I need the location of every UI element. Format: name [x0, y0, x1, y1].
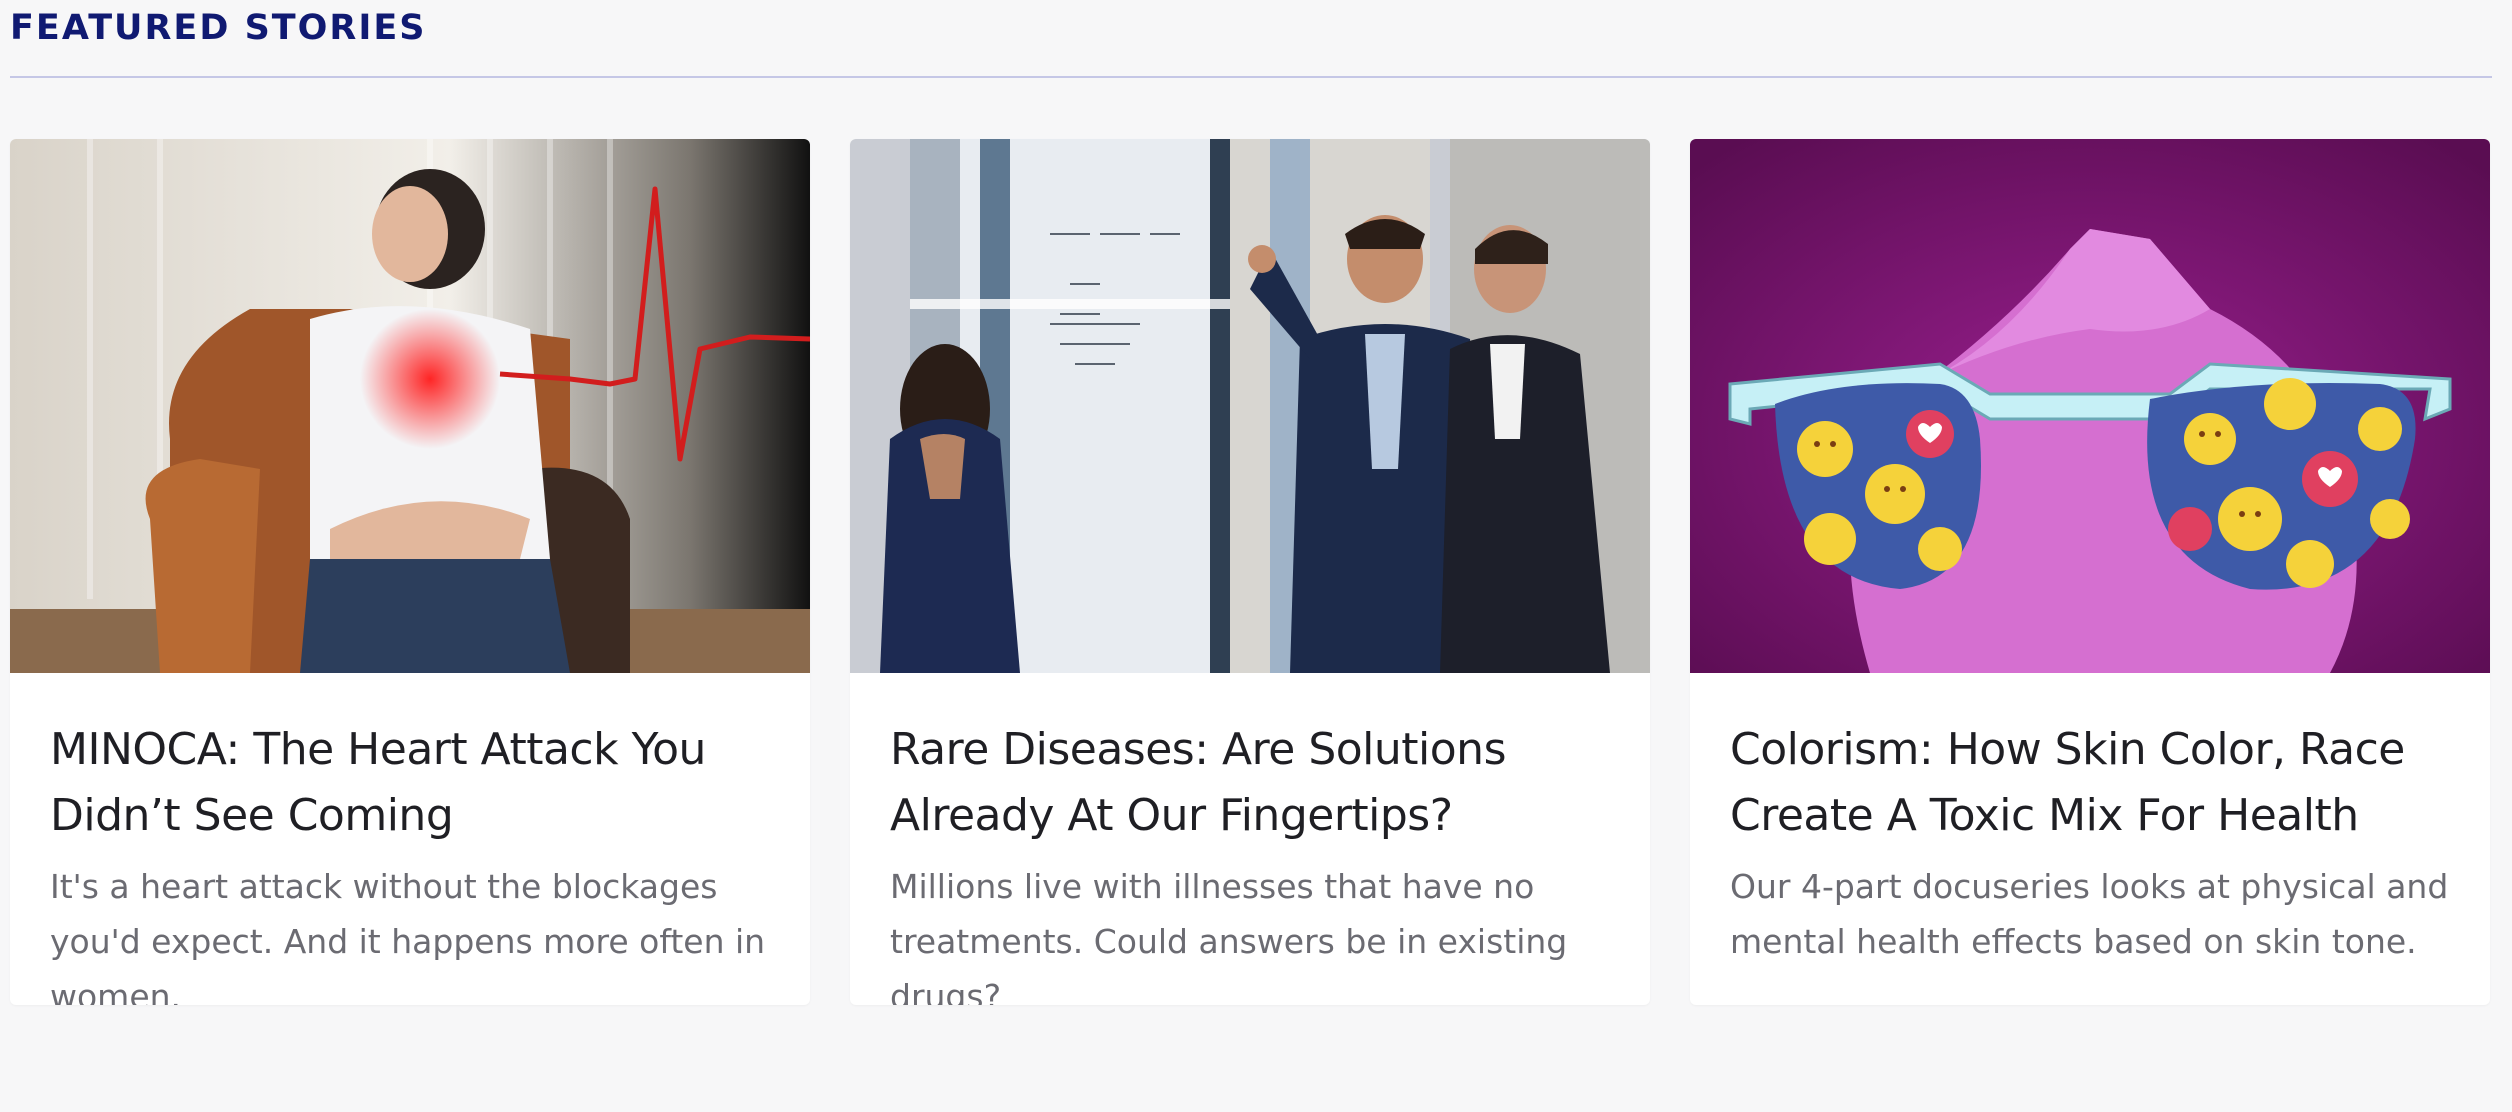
section-header: FEATURED STORIES: [10, 0, 2492, 78]
story-card-minoca[interactable]: MINOCA: The Heart Attack You Didn’t See …: [10, 139, 810, 1005]
story-description: Our 4-part docuseries looks at physical …: [1730, 867, 2449, 961]
section-title: FEATURED STORIES: [10, 8, 427, 48]
story-title[interactable]: Rare Diseases: Are Solutions Already At …: [890, 717, 1610, 849]
story-description: Millions live with illnesses that have n…: [890, 867, 1568, 1005]
story-image[interactable]: [1690, 139, 2490, 673]
story-card-colorism[interactable]: Colorism: How Skin Color, Race Create A …: [1690, 139, 2490, 1005]
story-image[interactable]: [850, 139, 1650, 673]
story-title[interactable]: Colorism: How Skin Color, Race Create A …: [1730, 717, 2450, 849]
story-title[interactable]: MINOCA: The Heart Attack You Didn’t See …: [50, 717, 770, 849]
story-cards: MINOCA: The Heart Attack You Didn’t See …: [10, 139, 2490, 1005]
story-description: It's a heart attack without the blockage…: [50, 867, 766, 1005]
story-image[interactable]: [10, 139, 810, 673]
story-card-rare-diseases[interactable]: Rare Diseases: Are Solutions Already At …: [850, 139, 1650, 1005]
featured-stories-section: FEATURED STORIES MINOCA: The Heart Attac…: [10, 0, 2492, 1005]
